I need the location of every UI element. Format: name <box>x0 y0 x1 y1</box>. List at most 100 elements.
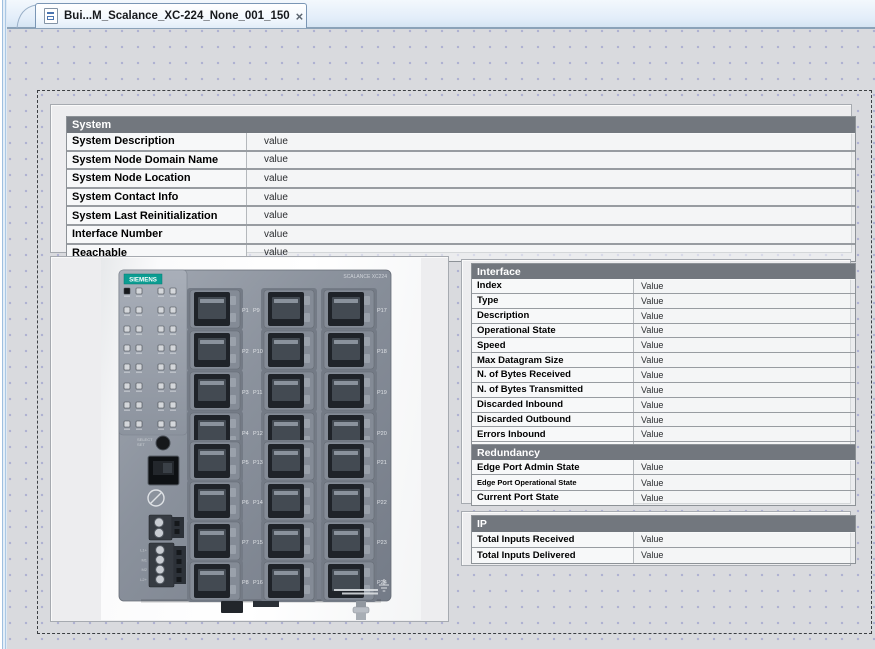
table-row[interactable]: Edge Port Admin StateValue <box>472 460 855 475</box>
table-row[interactable]: System Node Locationvalue <box>67 170 855 189</box>
rj45-pins <box>274 571 298 575</box>
led-micro-label <box>124 315 130 316</box>
led-indicator <box>136 383 142 389</box>
row-value: Value <box>634 309 855 323</box>
ip-table[interactable]: IPTotal Inputs ReceivedValueTotal Inputs… <box>471 515 856 564</box>
led-indicator <box>170 383 176 389</box>
table-row[interactable]: N. of Bytes ReceivedValue <box>472 368 855 383</box>
led-indicator <box>124 364 130 370</box>
table-row[interactable]: SpeedValue <box>472 338 855 353</box>
row-label: Total Inputs Received <box>472 532 634 547</box>
led-indicator <box>124 421 130 427</box>
led-indicator <box>124 288 130 294</box>
table-row[interactable]: System Last Reinitializationvalue <box>67 207 855 226</box>
port-label: P9 <box>253 308 260 314</box>
rj45-pins <box>200 340 224 344</box>
table-row[interactable]: N. of Bytes TransmittedValue <box>472 383 855 398</box>
table-row[interactable]: Total Inputs DeliveredValue <box>472 548 855 563</box>
led-indicator <box>158 288 164 294</box>
terminal-label: L2+ <box>140 577 147 582</box>
system-table[interactable]: SystemSystem DescriptionvalueSystem Node… <box>66 116 856 262</box>
port-clip <box>304 585 310 594</box>
device-panel[interactable]: SIEMENS SCALANCE XC224 P1P9P17P2P10P18P3… <box>50 256 449 622</box>
port-clip <box>304 378 310 387</box>
led-micro-label <box>136 334 142 335</box>
led-indicator <box>158 421 164 427</box>
redundancy-table[interactable]: RedundancyEdge Port Admin StateValueEdge… <box>471 444 856 506</box>
screen-editor-canvas[interactable]: SystemSystem DescriptionvalueSystem Node… <box>7 29 875 649</box>
close-icon[interactable]: × <box>296 10 304 23</box>
led-indicator <box>158 326 164 332</box>
port-clip <box>304 545 310 554</box>
device-svg: SIEMENS SCALANCE XC224 P1P9P17P2P10P18P3… <box>101 258 421 620</box>
row-label: System Node Domain Name <box>67 152 247 169</box>
led-micro-label <box>170 372 176 373</box>
led-indicator <box>170 345 176 351</box>
ip-panel[interactable]: IPTotal Inputs ReceivedValueTotal Inputs… <box>461 511 851 566</box>
led-indicator <box>158 364 164 370</box>
row-label: Index <box>472 279 634 293</box>
system-panel[interactable]: SystemSystem DescriptionvalueSystem Node… <box>50 104 852 253</box>
led-indicator <box>136 326 142 332</box>
port-label: P5 <box>242 460 249 466</box>
row-value: Value <box>634 353 855 367</box>
table-row[interactable]: Total Inputs ReceivedValue <box>472 532 855 548</box>
led-indicator <box>124 383 130 389</box>
led-micro-label <box>158 334 164 335</box>
interface-panel[interactable]: InterfaceIndexValueTypeValueDescriptionV… <box>461 259 851 504</box>
led-micro-label <box>170 353 176 354</box>
row-label: System Node Location <box>67 170 247 187</box>
interface-table[interactable]: InterfaceIndexValueTypeValueDescriptionV… <box>471 263 856 457</box>
table-row[interactable]: Current Port StateValue <box>472 491 855 505</box>
rj45-pins <box>274 381 298 385</box>
led-micro-label <box>124 391 130 392</box>
table-row[interactable]: System Descriptionvalue <box>67 133 855 152</box>
table-row[interactable]: Max Datagram SizeValue <box>472 353 855 368</box>
port-clip <box>304 313 310 322</box>
tab-scalance-screen[interactable]: Bui...M_Scalance_XC-224_None_001_150 × <box>35 3 307 28</box>
row-value: Value <box>634 279 855 293</box>
table-row[interactable]: System Node Domain Namevalue <box>67 152 855 171</box>
led-micro-label <box>170 410 176 411</box>
table-row[interactable]: DescriptionValue <box>472 309 855 324</box>
table-row[interactable]: Discarded InboundValue <box>472 398 855 413</box>
screen-icon <box>44 8 58 24</box>
scalance-device-image[interactable]: SIEMENS SCALANCE XC224 P1P9P17P2P10P18P3… <box>101 258 421 620</box>
table-row[interactable]: IndexValue <box>472 279 855 294</box>
port-label: P17 <box>377 308 387 314</box>
table-row[interactable]: Errors InboundValue <box>472 427 855 442</box>
table-row[interactable]: System Contact Infovalue <box>67 189 855 208</box>
port-clip <box>304 395 310 404</box>
table-row[interactable]: TypeValue <box>472 294 855 309</box>
port-label: P11 <box>253 390 262 396</box>
port-clip <box>230 354 236 363</box>
rj45-pins <box>200 451 224 455</box>
led-micro-label <box>124 353 130 354</box>
table-row[interactable]: Discarded OutboundValue <box>472 413 855 428</box>
led-micro-label <box>136 315 142 316</box>
port-label: P6 <box>242 500 249 506</box>
row-label: Type <box>472 294 634 308</box>
port-label: P20 <box>377 431 387 437</box>
row-label: System Description <box>67 133 247 150</box>
port-clip <box>304 419 310 428</box>
led-indicator <box>158 307 164 313</box>
row-label: Max Datagram Size <box>472 353 634 367</box>
led-micro-label <box>158 391 164 392</box>
port-label: P18 <box>377 349 387 355</box>
rj45-pins <box>274 451 298 455</box>
port-clip <box>364 296 370 305</box>
led-micro-label <box>158 353 164 354</box>
table-row[interactable]: Edge Port Operational StateValue <box>472 475 855 490</box>
row-label: Description <box>472 309 634 323</box>
port-clip <box>304 528 310 537</box>
row-label: Edge Port Admin State <box>472 460 634 474</box>
led-indicator <box>170 288 176 294</box>
din-clip <box>221 601 243 613</box>
port-clip <box>230 419 236 428</box>
table-row[interactable]: Interface Numbervalue <box>67 226 855 245</box>
led-indicator <box>158 383 164 389</box>
terminal-side-block <box>172 517 184 538</box>
table-row[interactable]: Operational StateValue <box>472 324 855 339</box>
rj45-pins <box>200 299 224 303</box>
